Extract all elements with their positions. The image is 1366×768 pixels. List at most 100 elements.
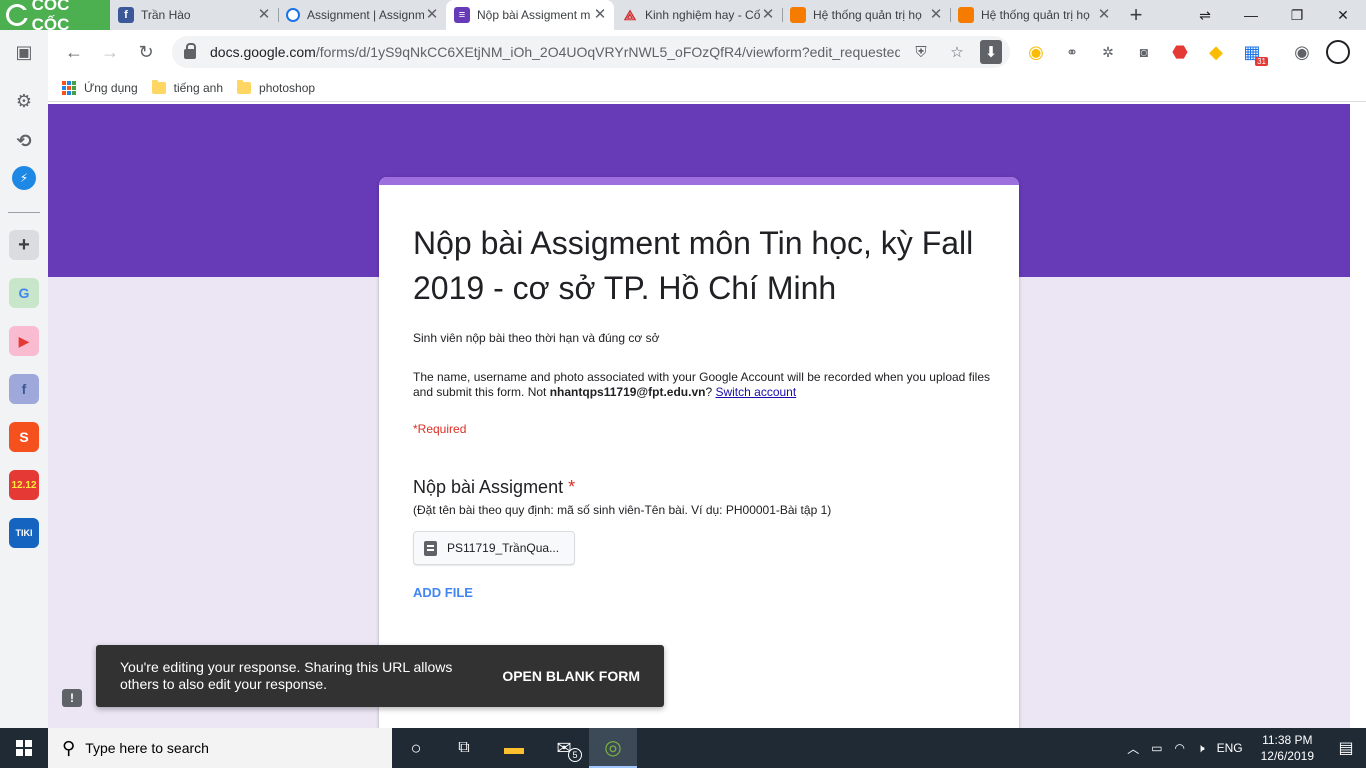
account-notice: The name, username and photo associated …	[413, 370, 993, 400]
question-title: Nộp bài Assigment *	[413, 477, 575, 498]
back-arrow-icon[interactable]: ←	[62, 40, 86, 64]
start-button[interactable]	[0, 728, 48, 768]
close-window-button[interactable]: ✕	[1320, 0, 1366, 30]
minimize-button[interactable]: —	[1228, 0, 1274, 30]
search-placeholder: Type here to search	[85, 740, 209, 756]
cortana-icon[interactable]: ○	[392, 728, 440, 768]
chrome-ext-icon[interactable]: ◉	[1024, 40, 1048, 64]
link-ext-icon[interactable]: ⚭	[1060, 40, 1084, 64]
add-sidebar-app-icon[interactable]: +	[9, 230, 39, 260]
tab-title: Nộp bài Assigment m	[477, 8, 591, 22]
close-tab-icon[interactable]: ✕	[760, 7, 776, 23]
tab-assignment[interactable]: Assignment | Assignm ✕	[278, 0, 446, 30]
close-tab-icon[interactable]: ✕	[928, 7, 944, 23]
camera-icon[interactable]: ◙	[1132, 40, 1156, 64]
notice-q: ?	[705, 385, 716, 399]
facebook-icon: f	[118, 7, 134, 23]
task-view-icon[interactable]: ⧉	[440, 728, 488, 768]
lock-icon	[184, 43, 196, 59]
close-tab-icon[interactable]: ✕	[592, 7, 608, 23]
forward-arrow-icon[interactable]: →	[98, 40, 122, 64]
calendar-icon[interactable]: ▦ 31	[1240, 40, 1268, 66]
toast-message: You're editing your response. Sharing th…	[120, 659, 453, 692]
sidebar-toggle-icon[interactable]: ▣	[9, 37, 39, 67]
tiki-icon[interactable]: TIKI	[9, 518, 39, 548]
shopee-icon[interactable]: S	[9, 422, 39, 452]
feedback-icon[interactable]: !	[62, 689, 82, 707]
bookmark-label: photoshop	[259, 80, 316, 95]
profile-circle-icon[interactable]	[1326, 40, 1350, 64]
tab-strip: CỐC CỐC f Trần Hào ✕ Assignment | Assign…	[0, 0, 1366, 34]
sendo-icon[interactable]: 12.12	[9, 470, 39, 500]
url-path: /forms/d/1yS9qNkCC6XEtjNM_iOh_2O4UOqVRYr…	[315, 44, 900, 60]
tab-he-thong-2[interactable]: Hệ thống quản trị họ ✕	[950, 0, 1118, 30]
bookmark-star-icon[interactable]: ☆	[944, 40, 970, 64]
close-tab-icon[interactable]: ✕	[424, 7, 440, 23]
tab-nop-bai-active[interactable]: ≡ Nộp bài Assigment m ✕	[446, 0, 614, 30]
tab-title: Hệ thống quản trị họ	[813, 8, 922, 22]
reload-icon[interactable]: ↻	[134, 40, 158, 64]
shield-icon[interactable]: ⛨	[908, 40, 934, 64]
question-help-text: (Đặt tên bài theo quy định: mã số sinh v…	[413, 503, 832, 517]
wifi-icon[interactable]: ◠	[1169, 741, 1191, 755]
calendar-badge: 31	[1255, 57, 1268, 66]
language-indicator[interactable]: ENG	[1211, 741, 1249, 755]
bookmark-label: Ứng dụng	[84, 80, 138, 95]
circle-icon	[286, 8, 300, 22]
file-name: PS11719_TrầnQua...	[447, 541, 560, 555]
account-icon[interactable]: ◉	[1290, 40, 1314, 64]
switch-account-link[interactable]: Switch account	[715, 385, 796, 399]
bookmark-label: tiếng anh	[173, 80, 224, 95]
required-star: *	[568, 477, 576, 497]
volume-muted-icon[interactable]: 🕨	[1191, 741, 1211, 756]
tab-kinh-nghiem[interactable]: ⟁ Kinh nghiệm hay - Cố ✕	[614, 0, 782, 30]
mail-icon[interactable]: ✉ 5	[540, 728, 588, 768]
edit-response-toast: You're editing your response. Sharing th…	[96, 645, 664, 707]
fpt-icon	[958, 7, 974, 23]
tray-chevron-icon[interactable]: ︿	[1121, 740, 1145, 757]
battery-icon[interactable]: ▭	[1145, 741, 1168, 755]
bookmark-apps[interactable]: Ứng dụng	[62, 80, 138, 95]
coccoc-menu[interactable]: CỐC CỐC	[0, 0, 110, 34]
form-title: Nộp bài Assigment môn Tin học, kỳ Fall 2…	[413, 225, 974, 306]
new-tab-button[interactable]: +	[1118, 0, 1154, 30]
close-tab-icon[interactable]: ✕	[256, 7, 272, 23]
taskbar-search[interactable]: ⚲ Type here to search	[48, 728, 392, 768]
restore-button[interactable]: ❐	[1274, 0, 1320, 30]
add-file-button[interactable]: ADD FILE	[413, 585, 473, 600]
question-title-text: Nộp bài Assigment	[413, 477, 564, 497]
download-icon[interactable]: ⬇	[980, 40, 1002, 64]
tab-search-icon[interactable]: ⇌	[1182, 0, 1228, 30]
page-viewport: Nộp bài Assigment môn Tin học, kỳ Fall 2…	[48, 104, 1350, 728]
coccoc-taskbar-icon[interactable]: ◎	[589, 728, 637, 768]
folder-icon	[151, 79, 166, 94]
facebook-sidebar-icon[interactable]: f	[9, 374, 39, 404]
url-text[interactable]: docs.google.com/forms/d/1yS9qNkCC6XEtjNM…	[210, 44, 900, 60]
messenger-icon[interactable]: ⚡	[12, 166, 36, 190]
settings-gear-icon[interactable]: ⚙	[9, 86, 39, 116]
uploaded-file-chip[interactable]: PS11719_TrầnQua...	[413, 531, 575, 565]
puzzle-ext-icon[interactable]: ✲	[1096, 40, 1120, 64]
clock[interactable]: 11:38 PM 12/6/2019	[1249, 732, 1326, 764]
url-host: docs.google.com	[210, 44, 316, 60]
close-tab-icon[interactable]: ✕	[1096, 7, 1112, 23]
tab-tran-hao[interactable]: f Trần Hào ✕	[110, 0, 278, 30]
adblock-icon[interactable]: ⬣	[1168, 40, 1192, 64]
file-explorer-icon[interactable]: ▬	[490, 728, 538, 768]
notification-center-icon[interactable]: ▤	[1326, 738, 1366, 758]
clock-date: 12/6/2019	[1260, 749, 1314, 763]
history-icon[interactable]: ⟲	[9, 126, 39, 156]
drive-ext-icon[interactable]: ◆	[1204, 40, 1228, 64]
tab-he-thong-1[interactable]: Hệ thống quản trị họ ✕	[782, 0, 950, 30]
bookmark-tieng-anh[interactable]: tiếng anh	[151, 79, 224, 95]
youtube-icon[interactable]: ▶	[9, 326, 39, 356]
apps-grid-icon	[62, 80, 76, 95]
tab-title: Trần Hào	[141, 8, 191, 22]
sidebar-divider	[8, 212, 40, 213]
windows-logo-icon	[16, 740, 32, 756]
google-icon[interactable]: G	[9, 278, 39, 308]
system-tray: ︿ ▭ ◠ 🕨 ENG 11:38 PM 12/6/2019 ▤	[1121, 728, 1366, 768]
address-bar[interactable]: docs.google.com/forms/d/1yS9qNkCC6XEtjNM…	[172, 36, 1010, 68]
open-blank-form-button[interactable]: OPEN BLANK FORM	[502, 668, 640, 684]
bookmark-photoshop[interactable]: photoshop	[237, 79, 316, 95]
